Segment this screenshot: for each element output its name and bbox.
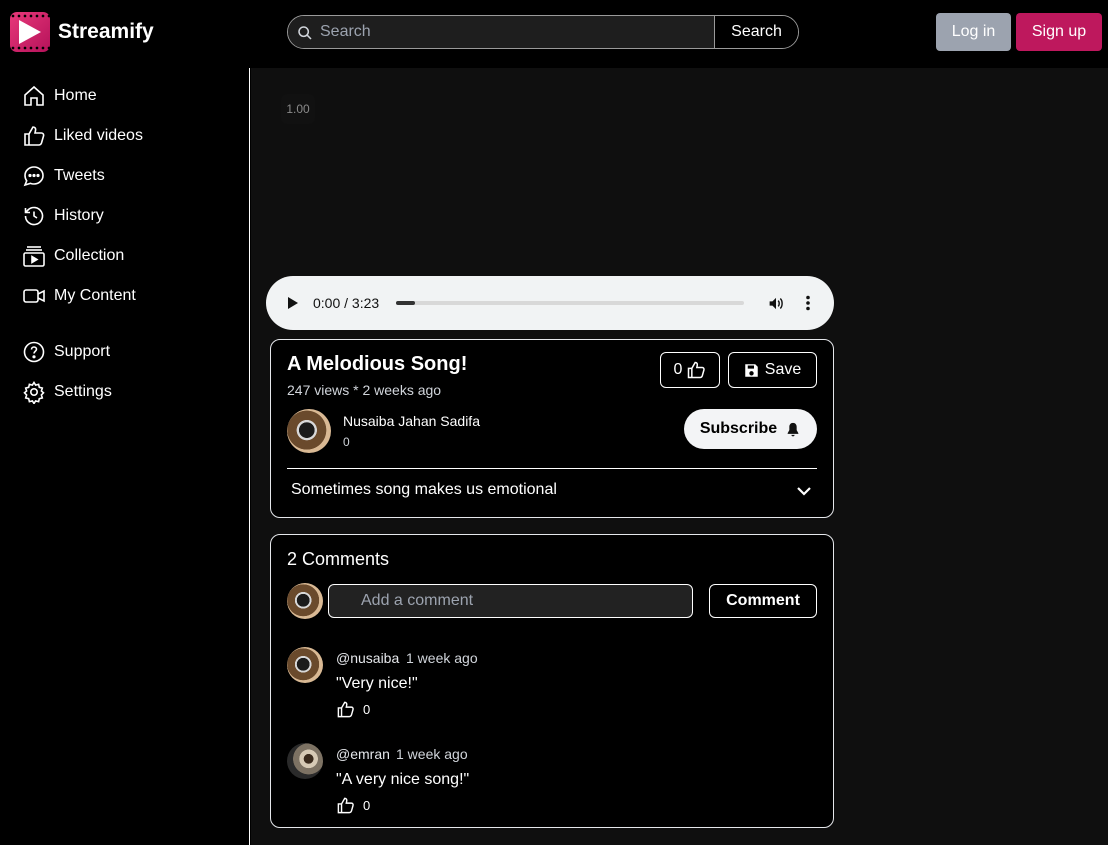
- thumbs-up-icon: [24, 126, 45, 146]
- search-button[interactable]: Search: [715, 16, 798, 48]
- sidebar-item-label: Support: [54, 343, 111, 360]
- collection-icon: [23, 246, 45, 267]
- comments-card: 2 Comments Comment @nusaiba 1 week ago "…: [270, 534, 834, 828]
- comment-username[interactable]: @nusaiba: [336, 650, 399, 666]
- video-title: A Melodious Song!: [287, 353, 468, 375]
- current-user-avatar: [287, 583, 323, 619]
- sidebar-item-label: Liked videos: [54, 127, 143, 144]
- comment-time: 1 week ago: [406, 650, 478, 666]
- sidebar-item-label: History: [54, 207, 104, 224]
- play-icon[interactable]: [287, 297, 299, 309]
- streamify-logo[interactable]: [10, 12, 50, 52]
- chevron-down-icon[interactable]: [796, 485, 812, 497]
- subscribe-button[interactable]: Subscribe: [684, 409, 817, 449]
- sidebar-item-home[interactable]: Home: [22, 84, 97, 108]
- comment-like-count: 0: [363, 798, 371, 813]
- help-icon: [23, 341, 45, 363]
- playback-speed[interactable]: 1.00: [281, 94, 315, 124]
- progress-bar[interactable]: [396, 301, 744, 305]
- commenter-avatar[interactable]: [287, 647, 323, 683]
- bell-icon: [787, 422, 799, 436]
- save-icon: [745, 363, 758, 377]
- volume-icon[interactable]: [767, 295, 785, 312]
- comment-time: 1 week ago: [396, 746, 468, 762]
- more-options-icon[interactable]: [805, 295, 811, 311]
- sidebar-item-label: Home: [54, 87, 97, 104]
- sidebar-item-label: Settings: [54, 383, 112, 400]
- comments-title: 2 Comments: [287, 549, 390, 569]
- channel-avatar[interactable]: [287, 409, 331, 453]
- player-time: 0:00 / 3:23: [313, 295, 380, 311]
- camera-icon: [23, 289, 45, 303]
- sidebar-item-history[interactable]: History: [22, 204, 104, 228]
- login-button[interactable]: Log in: [936, 13, 1011, 51]
- gear-icon: [23, 380, 45, 404]
- comment-button[interactable]: Comment: [709, 584, 817, 618]
- brand-name[interactable]: Streamify: [58, 20, 154, 44]
- sidebar-item-tweets[interactable]: Tweets: [22, 164, 105, 188]
- thumbs-up-icon: [337, 701, 354, 718]
- comment-text: "A very nice song!": [336, 771, 470, 788]
- search-input-container: [288, 16, 715, 48]
- progress-fill: [396, 301, 416, 305]
- sidebar-item-label: Tweets: [54, 167, 105, 184]
- comment-username[interactable]: @emran: [336, 746, 390, 762]
- like-button[interactable]: 0: [660, 352, 720, 388]
- sidebar-item-liked-videos[interactable]: Liked videos: [22, 124, 143, 148]
- sidebar-item-collection[interactable]: Collection: [22, 244, 124, 268]
- home-icon: [24, 85, 44, 106]
- like-count: 0: [673, 361, 683, 378]
- comment-like-count: 0: [363, 702, 371, 717]
- comment-text: "Very nice!": [336, 675, 418, 692]
- history-icon: [24, 206, 44, 226]
- video-meta: 247 views * 2 weeks ago: [287, 382, 442, 398]
- audio-player: 0:00 / 3:23: [266, 276, 834, 330]
- save-label: Save: [764, 361, 802, 378]
- comment-like-button[interactable]: 0: [336, 700, 370, 719]
- top-header: Streamify Search Log in Sign up: [0, 0, 1108, 68]
- signup-button[interactable]: Sign up: [1016, 13, 1102, 51]
- sidebar-item-my-content[interactable]: My Content: [22, 284, 136, 308]
- chat-bubble-icon: [23, 166, 44, 187]
- commenter-avatar[interactable]: [287, 743, 323, 779]
- video-info-card: A Melodious Song! 247 views * 2 weeks ag…: [270, 339, 834, 518]
- subscribe-label: Subscribe: [699, 420, 778, 437]
- sidebar-item-settings[interactable]: Settings: [22, 380, 112, 404]
- search-icon: [298, 26, 312, 40]
- comment-input[interactable]: [328, 584, 693, 618]
- sidebar-item-label: My Content: [54, 287, 136, 304]
- thumbs-up-icon: [688, 361, 706, 379]
- search-bar: Search: [287, 15, 799, 49]
- channel-name[interactable]: Nusaiba Jahan Sadifa: [343, 413, 480, 429]
- video-description: Sometimes song makes us emotional: [291, 481, 557, 498]
- sidebar: Home Liked videos Tweets History Collect…: [0, 68, 250, 845]
- main-content: 1.00 0:00 / 3:23 A Melodious Song! 247 v…: [251, 68, 1108, 845]
- search-input[interactable]: [288, 16, 714, 48]
- divider: [287, 468, 817, 469]
- sidebar-item-label: Collection: [54, 247, 125, 264]
- comment-like-button[interactable]: 0: [336, 796, 370, 815]
- save-button[interactable]: Save: [728, 352, 817, 388]
- sidebar-item-support[interactable]: Support: [22, 340, 110, 364]
- subscriber-count: 0: [343, 435, 350, 449]
- thumbs-up-icon: [337, 797, 354, 814]
